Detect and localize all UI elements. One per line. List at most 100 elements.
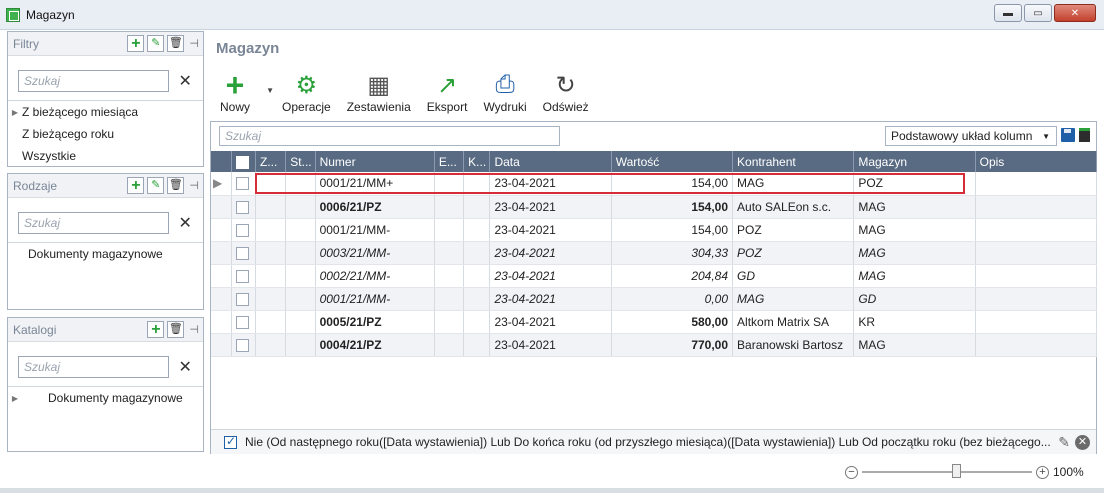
cell-opis — [975, 333, 1098, 357]
edit-type-button[interactable]: ✎ — [147, 177, 165, 194]
filter-enabled-checkbox[interactable] — [224, 434, 237, 449]
pin-icon[interactable]: ⊣ — [189, 323, 199, 336]
add-filter-button[interactable]: + — [127, 35, 145, 52]
chevron-down-icon[interactable]: ▼ — [266, 86, 274, 95]
pin-icon[interactable]: ⊣ — [189, 179, 199, 192]
print-button-label: Wydruki — [483, 100, 527, 114]
cell-z — [255, 310, 287, 334]
row-checkbox[interactable] — [231, 287, 256, 311]
active-filter-bar: Nie (Od następnego roku([Data wystawieni… — [211, 429, 1096, 454]
select-all-checkbox[interactable] — [231, 151, 256, 172]
table-row[interactable]: 0001/21/MM- 23-04-2021 0,00 MAG GD — [211, 287, 1098, 311]
types-search-input[interactable]: Szukaj — [18, 212, 170, 234]
cell-kontrahent: MAG — [732, 287, 855, 311]
clear-filter-icon[interactable]: ✕ — [1075, 434, 1090, 450]
row-checkbox[interactable] — [231, 264, 256, 288]
close-button[interactable]: ✕ — [1054, 4, 1096, 22]
filter-item-year[interactable]: Z bieżącego roku — [8, 123, 203, 145]
cell-status — [285, 333, 316, 357]
expand-icon[interactable]: ▶ — [8, 394, 22, 403]
table-row[interactable]: ▶ 0001/21/MM+ 23-04-2021 154,00 MAG POZ — [211, 172, 1098, 196]
table-row[interactable]: 0004/21/PZ 23-04-2021 770,00 Baranowski Bar… — [211, 333, 1098, 357]
column-layout-select[interactable]: Podstawowy układ kolumn ▼ — [885, 126, 1057, 146]
cell-kontrahent: POZ — [732, 218, 855, 242]
refresh-button[interactable]: ↻ Odśwież — [535, 70, 597, 118]
table-row[interactable]: 0001/21/MM- 23-04-2021 154,00 POZ MAG — [211, 218, 1098, 242]
cell-wartosc: 770,00 — [611, 333, 734, 357]
save-icon[interactable] — [1061, 128, 1075, 142]
catalogs-panel: Katalogi + 🗑 ⊣ Szukaj ✕ ▶ Dokumenty maga… — [7, 317, 204, 452]
pin-icon[interactable]: ⊣ — [189, 37, 199, 50]
filters-search-input[interactable]: Szukaj — [18, 70, 170, 92]
cell-z — [255, 264, 287, 288]
column-header-numer[interactable]: Numer — [315, 151, 435, 172]
clear-search-icon[interactable]: ✕ — [175, 357, 195, 377]
cell-k — [463, 264, 491, 288]
cell-e — [434, 195, 465, 219]
filters-panel: Filtry + ✎ 🗑 ⊣ Szukaj ✕ ▶ Z bieżącego mi… — [7, 31, 204, 167]
cell-magazyn: POZ — [853, 172, 976, 196]
cell-z — [255, 241, 287, 265]
column-header-opis[interactable]: Opis — [975, 151, 1098, 172]
operations-button[interactable]: ⚙ Operacje — [274, 70, 339, 118]
add-catalog-button[interactable]: + — [147, 321, 165, 338]
column-header-status[interactable]: St... — [285, 151, 316, 172]
cell-e — [434, 218, 465, 242]
reports-button[interactable]: ▦ Zestawienia — [339, 70, 419, 118]
zoom-in-icon[interactable]: + — [1036, 465, 1049, 479]
row-indicator-icon — [211, 333, 232, 357]
cell-wartosc: 304,33 — [611, 241, 734, 265]
cell-z — [255, 333, 287, 357]
delete-filter-button[interactable]: 🗑 — [167, 35, 185, 52]
column-header-wartosc[interactable]: Wartość — [611, 151, 734, 172]
cell-status — [285, 310, 316, 334]
row-checkbox[interactable] — [231, 218, 256, 242]
catalogs-panel-title: Katalogi — [13, 322, 57, 337]
filter-item-month[interactable]: ▶ Z bieżącego miesiąca — [8, 101, 203, 123]
column-header-kontrahent[interactable]: Kontrahent — [732, 151, 855, 172]
status-strip — [0, 488, 1104, 493]
edit-filter-button[interactable]: ✎ — [147, 35, 165, 52]
table-row[interactable]: 0005/21/PZ 23-04-2021 580,00 Altkom Matrix … — [211, 310, 1098, 334]
clear-search-icon[interactable]: ✕ — [175, 71, 195, 91]
zoom-out-icon[interactable]: − — [845, 465, 858, 479]
cell-numer: 0003/21/MM- — [315, 241, 435, 265]
grid-search-input[interactable]: Szukaj — [219, 126, 560, 146]
zoom-slider[interactable] — [862, 464, 1032, 478]
add-type-button[interactable]: + — [127, 177, 145, 194]
type-item[interactable]: Dokumenty magazynowe — [8, 243, 203, 265]
cell-numer: 0001/21/MM+ — [315, 172, 435, 196]
column-header-data[interactable]: Data — [489, 151, 612, 172]
table-row[interactable]: 0006/21/PZ 23-04-2021 154,00 Auto SALEon s.… — [211, 195, 1098, 219]
maximize-button[interactable]: ▭ — [1024, 4, 1052, 22]
minimize-button[interactable]: ▬ — [994, 4, 1022, 22]
column-header-z[interactable]: Z... — [255, 151, 287, 172]
row-checkbox[interactable] — [231, 195, 256, 219]
page-title: Magazyn — [216, 40, 280, 57]
column-header-e[interactable]: E... — [434, 151, 465, 172]
export-button[interactable]: ↗ Eksport — [419, 70, 476, 118]
catalog-item[interactable]: ▶ Dokumenty magazynowe — [8, 387, 203, 409]
print-button[interactable]: ⎙ Wydruki — [475, 70, 534, 118]
filter-item-all[interactable]: Wszystkie — [8, 145, 203, 167]
zoom-slider-thumb[interactable] — [952, 464, 961, 478]
table-row[interactable]: 0002/21/MM- 23-04-2021 204,84 GD MAG — [211, 264, 1098, 288]
catalogs-search-input[interactable]: Szukaj — [18, 356, 170, 378]
delete-layout-icon[interactable] — [1079, 128, 1090, 142]
column-header-magazyn[interactable]: Magazyn — [853, 151, 976, 172]
delete-type-button[interactable]: 🗑 — [167, 177, 185, 194]
cell-k — [463, 333, 491, 357]
column-header-k[interactable]: K... — [463, 151, 491, 172]
clear-search-icon[interactable]: ✕ — [175, 213, 195, 233]
row-checkbox[interactable] — [231, 333, 256, 357]
filters-panel-tools: + ✎ 🗑 ⊣ — [127, 35, 199, 52]
delete-catalog-button[interactable]: 🗑 — [167, 321, 185, 338]
edit-filter-icon[interactable]: ✎ — [1058, 434, 1070, 451]
row-checkbox[interactable] — [231, 241, 256, 265]
row-checkbox[interactable] — [231, 172, 256, 196]
catalogs-panel-header: Katalogi + 🗑 ⊣ — [8, 318, 203, 342]
cell-status — [285, 218, 316, 242]
row-checkbox[interactable] — [231, 310, 256, 334]
table-row[interactable]: 0003/21/MM- 23-04-2021 304,33 POZ MAG — [211, 241, 1098, 265]
new-button[interactable]: + Nowy ▼ — [212, 69, 274, 118]
